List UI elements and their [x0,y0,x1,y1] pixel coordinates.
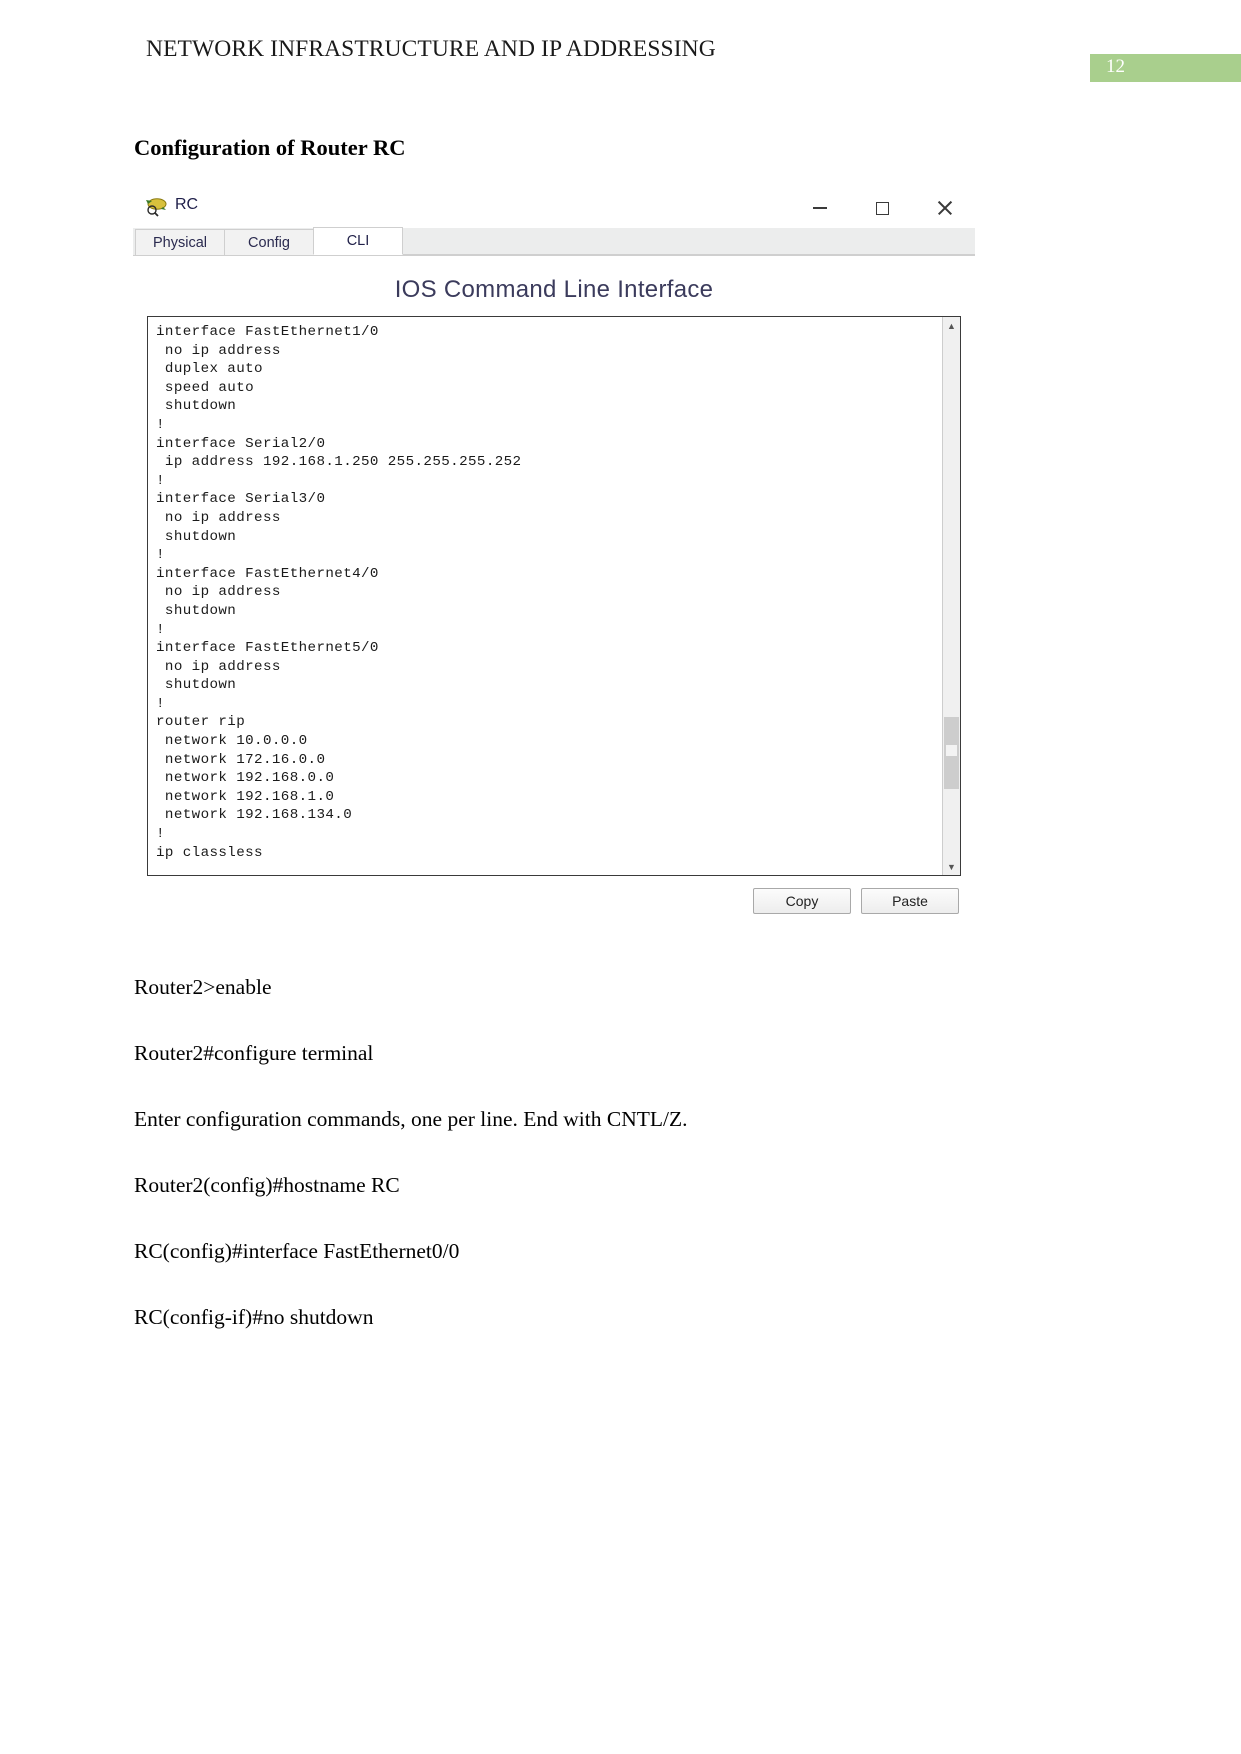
paste-button-label: Paste [892,893,928,909]
page-number-text: 12 [1106,56,1125,77]
section-heading: Configuration of Router RC [134,135,406,160]
minimize-icon [813,207,827,209]
paste-button[interactable]: Paste [861,888,959,914]
window-title-bar: RC [133,188,975,228]
router-icon [144,195,168,217]
window-controls [789,188,975,228]
copy-button[interactable]: Copy [753,888,851,914]
terminal-container: interface FastEthernet1/0 no ip address … [147,316,961,876]
transcript-line: Router2>enable [134,975,272,999]
scrollbar-thumb[interactable] [944,717,959,789]
packet-tracer-window: RC Physical Config CLI IOS Command Line … [133,188,975,924]
tab-cli[interactable]: CLI [313,227,403,255]
transcript-line: Router2(config)#hostname RC [134,1173,400,1197]
maximize-button[interactable] [851,188,913,228]
page-running-header: NETWORK INFRASTRUCTURE AND IP ADDRESSING… [0,36,1241,86]
close-button[interactable] [913,188,975,228]
close-icon [936,200,952,216]
terminal-text: interface FastEthernet1/0 no ip address … [156,324,522,861]
chevron-up-icon[interactable]: ▲ [943,317,960,334]
chevron-down-icon[interactable]: ▼ [943,858,960,875]
tab-config[interactable]: Config [224,229,314,255]
tab-physical[interactable]: Physical [135,229,225,255]
cli-panel-title: IOS Command Line Interface [394,276,714,303]
maximize-icon [875,201,889,215]
minimize-button[interactable] [789,188,851,228]
transcript-line: Router2#configure terminal [134,1041,374,1065]
page-number-badge: 12 [1090,54,1241,82]
copy-button-label: Copy [785,893,819,909]
cli-transcript: Router2>enable Router2#configure termina… [134,975,994,1371]
transcript-line: RC(config)#interface FastEthernet0/0 [134,1239,460,1263]
transcript-line: Enter configuration commands, one per li… [134,1107,688,1131]
running-header-title: NETWORK INFRASTRUCTURE AND IP ADDRESSING [146,36,716,62]
scrollbar-thumb-nub [946,745,957,756]
tab-cli-label: CLI [346,233,370,249]
terminal-scrollbar[interactable]: ▲ ▼ [942,317,960,875]
window-title: RC [175,196,199,213]
cli-action-buttons: Copy Paste [147,888,961,914]
tab-strip-filler [402,229,975,255]
terminal-output[interactable]: interface FastEthernet1/0 no ip address … [148,317,942,875]
tab-strip: Physical Config CLI [133,227,975,256]
transcript-line: RC(config-if)#no shutdown [134,1305,374,1329]
cli-panel: IOS Command Line Interface interface Fas… [133,256,975,924]
tab-config-label: Config [248,234,290,251]
tab-physical-label: Physical [153,234,207,251]
